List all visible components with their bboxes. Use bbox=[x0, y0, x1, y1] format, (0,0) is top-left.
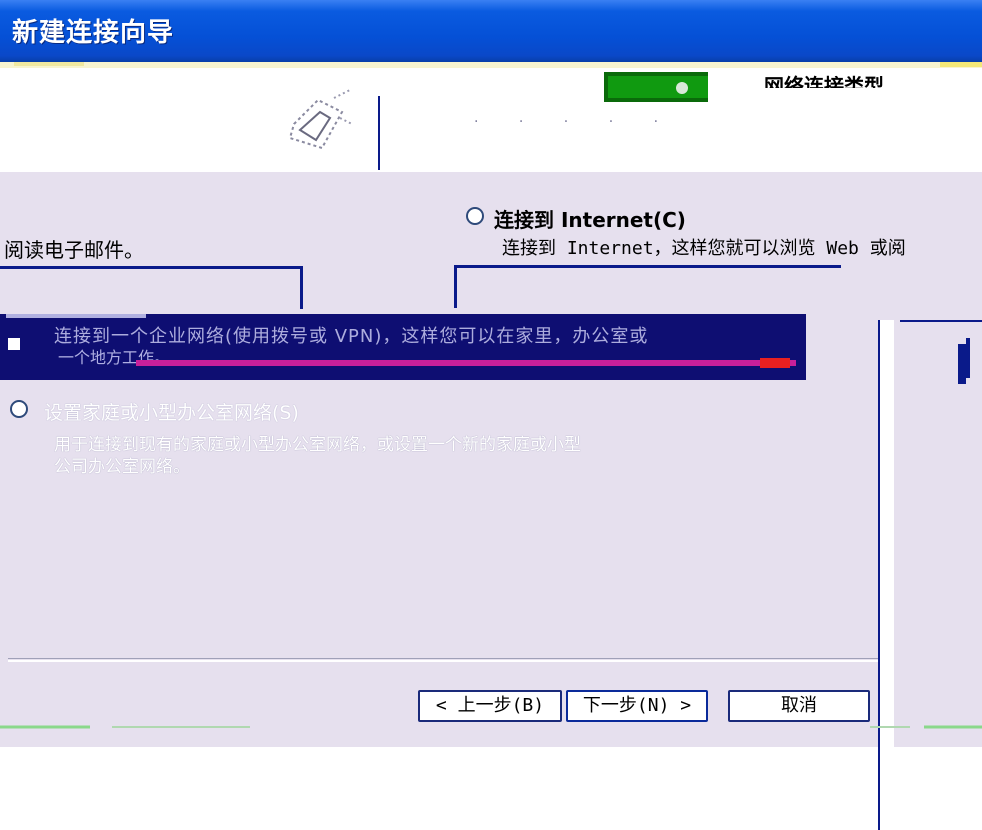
ghost-frame-right bbox=[454, 265, 841, 308]
option-bullet bbox=[8, 338, 20, 350]
highlight-marker bbox=[760, 358, 790, 368]
option-internet-description: 连接到 Internet，这样您就可以浏览 Web 或阅 bbox=[502, 238, 906, 259]
right-panel-mark-2 bbox=[966, 338, 970, 378]
header-corner-mark bbox=[940, 62, 982, 67]
button-separator bbox=[8, 660, 878, 662]
wizard-body: 阅读电子邮件。 连接到 Internet(C) 连接到 Internet，这样您… bbox=[0, 170, 982, 830]
decoration-line-right bbox=[870, 725, 982, 729]
header-left-mark bbox=[14, 62, 84, 66]
body-divider bbox=[0, 170, 982, 172]
network-icon-led bbox=[676, 82, 688, 94]
option-internet-label: 连接到 Internet(C) bbox=[494, 208, 686, 232]
highlight-underline bbox=[136, 360, 796, 366]
radio-internet[interactable] bbox=[466, 207, 484, 225]
option-workplace-highlight[interactable]: 连接到一个企业网络(使用拨号或 VPN)，这样您可以在家里，办公室或 一个地方工… bbox=[0, 314, 806, 380]
right-panel-mark bbox=[958, 344, 966, 384]
ghost-frame-left bbox=[0, 266, 303, 309]
header-dots: · · · · · bbox=[474, 114, 677, 130]
header-divider bbox=[378, 96, 380, 170]
network-icon-screen bbox=[608, 76, 708, 98]
back-button[interactable]: < 上一步(B) bbox=[418, 690, 562, 722]
header-heading: 网络连接类型 bbox=[764, 74, 884, 88]
window-title: 新建连接向导 bbox=[12, 18, 175, 48]
option-network-description-1: 用于连接到现有的家庭或小型办公室网络，或设置一个新的家庭或小型 bbox=[54, 435, 581, 455]
cancel-button[interactable]: 取消 bbox=[728, 690, 870, 722]
wizard-header: · · · · · 网络连接类型 bbox=[0, 62, 982, 170]
header-top-stripe bbox=[0, 62, 982, 68]
title-bar: 新建连接向导 bbox=[0, 0, 982, 62]
option-network-description: 用于连接到现有的家庭或小型办公室网络，或设置一个新的家庭或小型 公司办公室网络。 bbox=[54, 434, 581, 478]
option-network-description-2: 公司办公室网络。 bbox=[54, 457, 190, 477]
wizard-connection-icon bbox=[288, 89, 353, 150]
next-button[interactable]: 下一步(N) > bbox=[566, 690, 708, 722]
button-separator-shadow bbox=[8, 658, 878, 659]
right-panel-line bbox=[900, 320, 982, 322]
option-network-label: 设置家庭或小型办公室网络(S) bbox=[44, 402, 299, 424]
radio-network[interactable] bbox=[10, 400, 28, 418]
highlight-edge bbox=[6, 314, 146, 318]
decoration-line-left bbox=[0, 725, 250, 729]
ghost-description-fragment: 阅读电子邮件。 bbox=[4, 238, 144, 262]
right-panel-edge bbox=[878, 320, 894, 830]
